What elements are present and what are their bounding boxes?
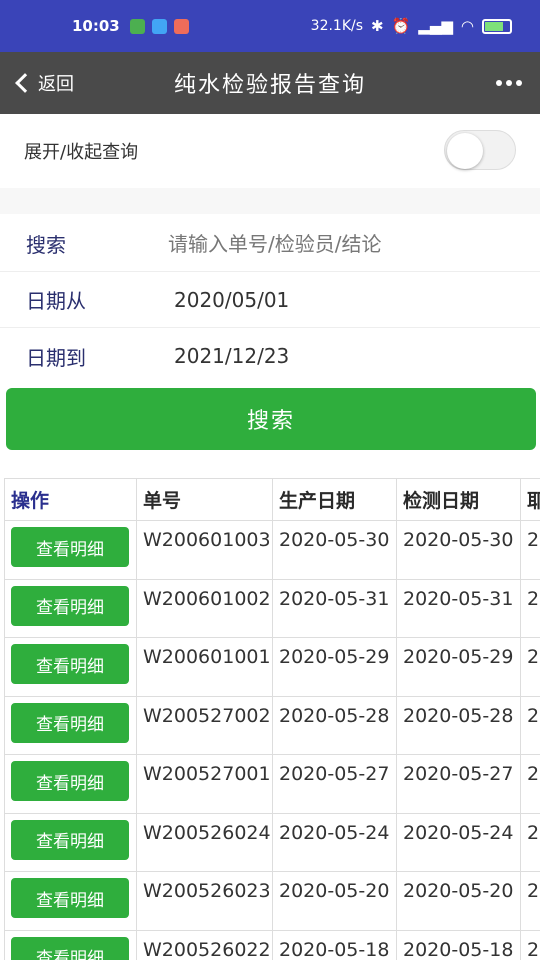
- table-row: 查看明细 W200601001 2020-05-29 2020-05-29 2: [4, 637, 540, 697]
- col-header-number: 单号: [136, 478, 273, 521]
- wifi-icon: ◠: [460, 17, 474, 35]
- cell-production-date: 2020-05-24: [272, 812, 397, 872]
- more-dots-icon: [496, 80, 502, 86]
- toggle-label: 展开/收起查询: [24, 142, 139, 163]
- cell-test-date: 2020-05-27: [396, 754, 521, 814]
- table-row: 查看明细 W200527002 2020-05-28 2020-05-28 2: [4, 695, 540, 755]
- view-detail-button[interactable]: 查看明细: [11, 702, 129, 743]
- cell-number: W200601001: [136, 637, 273, 697]
- cell-test-date: 2020-05-18: [396, 929, 521, 960]
- status-right: 32.1K/s ✱ ⏰ ▂▄▆ ◠: [311, 17, 512, 35]
- table-row: 查看明细 W200526024 2020-05-24 2020-05-24 2: [4, 812, 540, 872]
- cell-extra: 2: [520, 578, 540, 638]
- cell-extra: 2: [520, 637, 540, 697]
- section-divider: [0, 188, 540, 214]
- cell-extra: 2: [520, 871, 540, 931]
- cell-test-date: 2020-05-29: [396, 637, 521, 697]
- cell-number: W200526024: [136, 812, 273, 872]
- battery-icon: [482, 18, 512, 34]
- wechat-icon: [129, 18, 145, 34]
- cell-number: W200601002: [136, 578, 273, 638]
- date-to-field[interactable]: 2021/12/23: [150, 344, 289, 368]
- cell-test-date: 2020-05-28: [396, 695, 521, 755]
- cell-number: W200526022: [136, 929, 273, 960]
- date-to-row: 日期到 2021/12/23: [0, 328, 540, 384]
- signal-icon: ▂▄▆: [418, 17, 453, 35]
- date-from-label: 日期从: [26, 289, 86, 313]
- view-detail-button[interactable]: 查看明细: [11, 761, 129, 801]
- health-icon: [173, 18, 189, 34]
- date-from-field[interactable]: 2020/05/01: [150, 288, 289, 312]
- table-row: 查看明细 W200601002 2020-05-31 2020-05-31 2: [4, 578, 540, 638]
- table-row: 查看明细 W200526023 2020-05-20 2020-05-20 2: [4, 871, 540, 931]
- results-table: 操作 单号 生产日期 检测日期 耶 查看明细 W200601003 2020-0…: [4, 478, 540, 960]
- view-detail-button[interactable]: 查看明细: [11, 878, 129, 918]
- toggle-row: 展开/收起查询: [0, 114, 540, 188]
- switch-knob: [447, 133, 483, 169]
- cell-test-date: 2020-05-30: [396, 520, 521, 580]
- view-detail-button[interactable]: 查看明细: [11, 819, 129, 860]
- cell-test-date: 2020-05-20: [396, 871, 521, 931]
- cell-production-date: 2020-05-18: [272, 929, 397, 960]
- cell-production-date: 2020-05-27: [272, 754, 397, 814]
- date-from-row: 日期从 2020/05/01: [0, 272, 540, 328]
- cell-production-date: 2020-05-30: [272, 520, 397, 580]
- cell-number: W200527001: [136, 754, 273, 814]
- cell-number: W200526023: [136, 871, 273, 931]
- cloud-icon: [151, 18, 167, 34]
- net-speed: 32.1K/s: [310, 18, 364, 34]
- date-to-label: 日期到: [26, 345, 86, 370]
- cell-extra: 2: [520, 929, 540, 960]
- table-row: 查看明细 W200527001 2020-05-27 2020-05-27 2: [4, 754, 540, 814]
- status-time: 10:03: [72, 17, 120, 35]
- view-detail-button[interactable]: 查看明细: [11, 936, 129, 960]
- chevron-left-icon: [15, 73, 35, 93]
- table-row: 查看明细 W200601003 2020-05-30 2020-05-30 2: [4, 520, 540, 580]
- cell-test-date: 2020-05-24: [396, 812, 521, 872]
- cell-extra: 2: [520, 754, 540, 814]
- more-menu-button[interactable]: [496, 52, 522, 114]
- col-header-action: 操作: [4, 478, 137, 521]
- cell-production-date: 2020-05-29: [272, 637, 397, 697]
- status-bar: 10:03 32.1K/s ✱ ⏰ ▂▄▆ ◠: [0, 0, 540, 52]
- cell-extra: 2: [520, 695, 540, 755]
- cell-extra: 2: [520, 812, 540, 872]
- back-button[interactable]: 返回: [12, 52, 74, 114]
- cell-extra: 2: [520, 520, 540, 580]
- col-header-test-date: 检测日期: [396, 478, 521, 521]
- col-header-extra: 耶: [520, 478, 540, 521]
- cell-production-date: 2020-05-28: [272, 695, 397, 755]
- expand-toggle-switch[interactable]: [444, 130, 516, 170]
- cell-test-date: 2020-05-31: [396, 578, 521, 638]
- view-detail-button[interactable]: 查看明细: [11, 585, 129, 626]
- table-row: 查看明细 W200526022 2020-05-18 2020-05-18 2: [4, 929, 540, 960]
- nav-bar: 返回 纯水检验报告查询: [0, 52, 540, 114]
- cell-production-date: 2020-05-20: [272, 871, 397, 931]
- search-button[interactable]: 搜索: [6, 388, 536, 450]
- results-table-wrapper[interactable]: 操作 单号 生产日期 检测日期 耶 查看明细 W200601003 2020-0…: [4, 478, 540, 960]
- alarm-icon: ⏰: [391, 17, 411, 35]
- cell-number: W200601003: [136, 520, 273, 580]
- search-row: 搜索: [0, 216, 540, 272]
- cell-number: W200527002: [136, 695, 273, 755]
- view-detail-button[interactable]: 查看明细: [11, 644, 129, 684]
- search-label: 搜索: [26, 233, 66, 257]
- page-title: 纯水检验报告查询: [173, 73, 366, 98]
- table-header-row: 操作 单号 生产日期 检测日期 耶: [4, 478, 540, 521]
- bluetooth-icon: ✱: [371, 17, 384, 35]
- cell-production-date: 2020-05-31: [272, 578, 397, 638]
- search-input[interactable]: [150, 231, 490, 256]
- col-header-production-date: 生产日期: [272, 478, 397, 521]
- view-detail-button[interactable]: 查看明细: [11, 527, 129, 567]
- back-label: 返回: [38, 74, 74, 95]
